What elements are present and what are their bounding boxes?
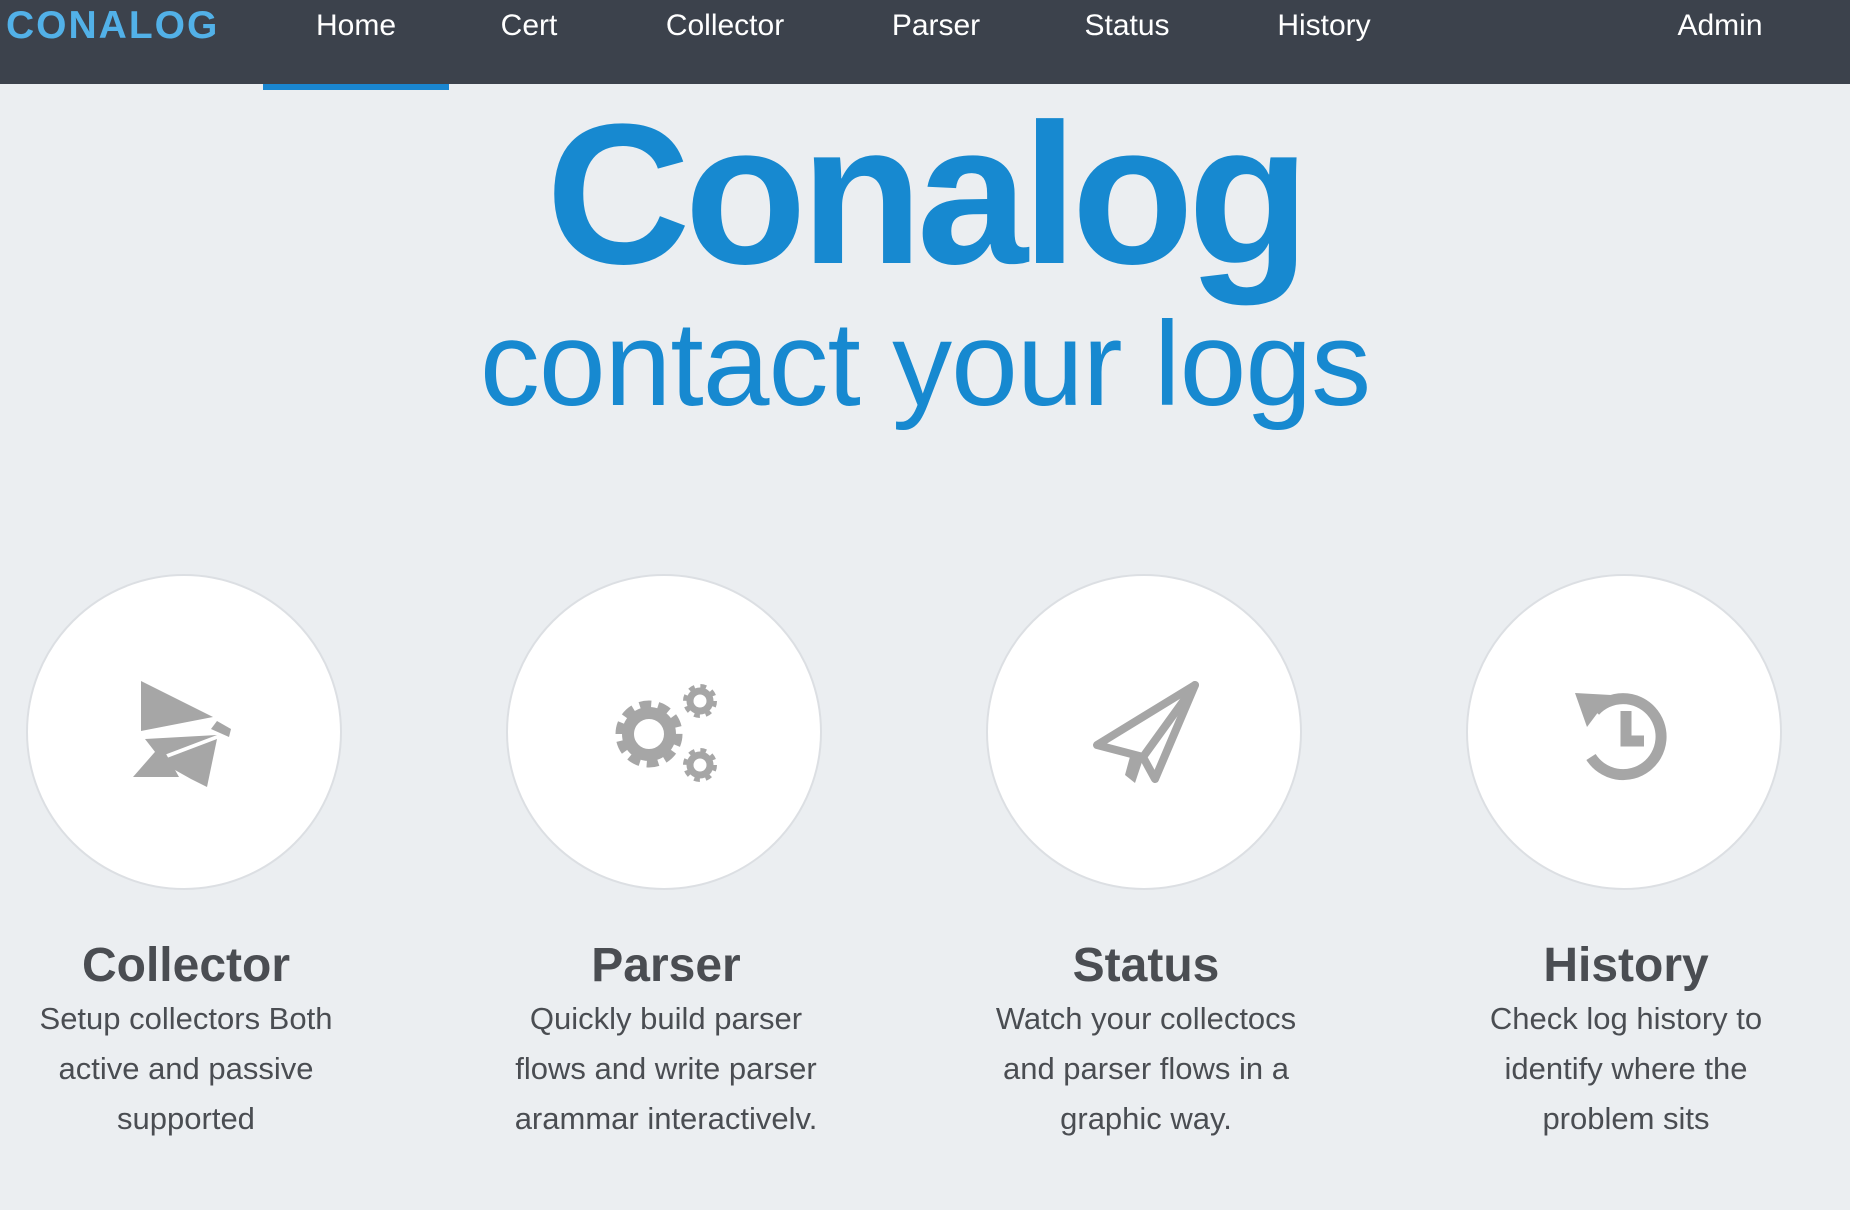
nav-status[interactable]: Status [1060,0,1194,84]
nav-admin[interactable]: Admin [1654,0,1786,84]
feature-description: Check log history to identify where the … [1489,1001,1763,1136]
feature-title: Parser [591,939,741,992]
nav-cert[interactable]: Cert [468,0,590,84]
nav-parser[interactable]: Parser [864,0,1008,84]
hero-title: Conalog [546,83,1310,306]
top-navbar: CONALOG Home Cert Collector Parser Statu… [0,0,1850,90]
nav-parser-label: Parser [891,9,981,42]
history-icon [1575,693,1667,781]
feature-description: Setup collectors Both active and passive… [39,1001,333,1136]
brand-logo[interactable]: CONALOG [6,0,219,52]
nav-admin-label: Admin [1677,9,1763,42]
feature-description: Quickly build parser flows and write par… [514,1001,818,1136]
nav-cert-label: Cert [500,9,558,42]
pinwheel-icon [133,681,231,787]
nav-history[interactable]: History [1250,0,1398,84]
status-feature-button[interactable] [986,574,1302,890]
nav-status-label: Status [1084,9,1170,42]
feature-title: History [1543,939,1709,992]
feature-parser: Parser Quickly build parser flows and wr… [426,574,906,1194]
nav-home[interactable]: Home [263,0,449,90]
feature-title: Status [1072,939,1220,992]
nav-history-label: History [1277,9,1371,42]
history-feature-button[interactable] [1466,574,1782,890]
feature-title: Collector [81,939,291,992]
feature-collector: Collector Setup collectors Both active a… [0,574,426,1194]
nav-collector[interactable]: Collector [630,0,820,84]
nav-home-label: Home [315,9,397,42]
nav-collector-label: Collector [665,9,785,42]
feature-history: History Check log history to identify wh… [1386,574,1850,1194]
feature-description: Watch your collectocs and parser flows i… [995,1001,1297,1136]
paper-plane-icon [1093,681,1199,783]
collector-feature-button[interactable] [26,574,342,890]
gears-icon [615,684,717,782]
hero-tagline: contact your logs [479,297,1371,431]
feature-status: Status Watch your collectocs and parser … [906,574,1386,1194]
parser-feature-button[interactable] [506,574,822,890]
